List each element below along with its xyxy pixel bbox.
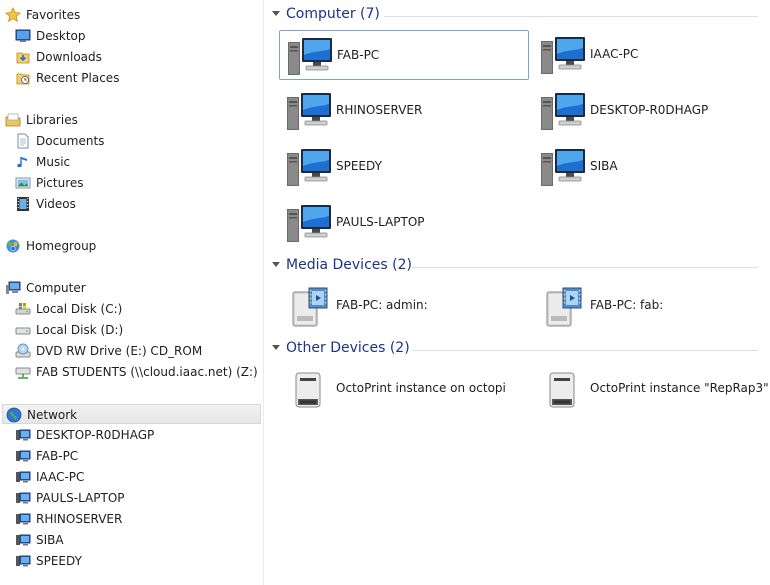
network-computer-icon <box>15 532 31 548</box>
tile-label: SIBA <box>590 159 618 173</box>
computer-icon <box>539 35 587 77</box>
nav-item-label: Local Disk (D:) <box>36 323 124 337</box>
tile-label: OctoPrint instance on octopi <box>336 381 506 395</box>
star-icon <box>5 7 21 23</box>
device-tile-octoprint-octopi[interactable]: OctoPrint instance on octopi <box>279 364 529 414</box>
document-icon <box>15 133 31 149</box>
nav-item-label: Recent Places <box>36 71 120 85</box>
network-computer-icon <box>15 490 31 506</box>
media-tile-fab-pc-fab[interactable]: FAB-PC: fab: <box>533 281 770 331</box>
group-title: Computer (7) <box>286 6 380 22</box>
nav-item-label: Downloads <box>36 50 102 64</box>
tile-label: OctoPrint instance "RepRap3" <box>590 381 769 395</box>
nav-item-label: RHINOSERVER <box>36 512 123 526</box>
library-folder-icon <box>5 112 21 128</box>
computer-tile-desktop-r0dhagp[interactable]: DESKTOP-R0DHAGP <box>533 86 770 136</box>
dvd-drive-icon <box>15 343 31 359</box>
tile-label: PAULS-LAPTOP <box>336 215 425 229</box>
nav-item-label: Documents <box>36 134 105 148</box>
tile-label: SPEEDY <box>336 159 382 173</box>
tile-label: DESKTOP-R0DHAGP <box>590 103 709 117</box>
network-computer-icon <box>15 511 31 527</box>
nav-item-label: FAB STUDENTS (\\cloud.iaac.net) (Z:) <box>36 365 258 379</box>
group-divider <box>384 16 758 17</box>
desktop-icon <box>15 28 31 44</box>
network-computer-icon <box>15 427 31 443</box>
computer-tile-pauls-laptop[interactable]: PAULS-LAPTOP <box>279 198 529 248</box>
group-title: Media Devices (2) <box>286 257 412 273</box>
nav-item-label: Local Disk (C:) <box>36 302 123 316</box>
group-header-computer[interactable]: Computer (7) <box>272 4 762 26</box>
generic-device-icon <box>285 369 333 411</box>
nav-item-label: IAAC-PC <box>36 470 85 484</box>
computer-icon <box>286 36 334 78</box>
nav-libraries-label: Libraries <box>26 113 78 127</box>
network-globe-icon <box>6 407 22 423</box>
content-pane: Computer (7) FAB-PC IAAC-PC RHINOSERVER … <box>264 0 770 585</box>
nav-network-label: Network <box>27 408 78 422</box>
computer-icon <box>539 147 587 189</box>
group-header-media-devices[interactable]: Media Devices (2) <box>272 255 762 277</box>
film-strip-icon <box>15 196 31 212</box>
computer-icon <box>285 91 333 133</box>
nav-item-label: Videos <box>36 197 76 211</box>
tile-label: RHINOSERVER <box>336 103 423 117</box>
nav-item-label: PAULS-LAPTOP <box>36 491 125 505</box>
collapse-chevron-icon[interactable] <box>272 11 280 16</box>
pictures-icon <box>15 175 31 191</box>
media-tile-fab-pc-admin[interactable]: FAB-PC: admin: <box>279 281 529 331</box>
computer-icon <box>5 280 21 296</box>
homegroup-icon <box>5 238 21 254</box>
media-server-icon <box>539 286 587 328</box>
recent-places-icon <box>15 70 31 86</box>
device-tile-octoprint-reprap3[interactable]: OctoPrint instance "RepRap3" <box>533 364 770 414</box>
nav-network[interactable]: Network <box>2 404 261 424</box>
music-note-icon <box>15 154 31 170</box>
group-title: Other Devices (2) <box>286 340 410 356</box>
downloads-folder-icon <box>15 49 31 65</box>
hard-drive-icon <box>15 322 31 338</box>
generic-device-icon <box>539 369 587 411</box>
tile-label: FAB-PC: fab: <box>590 298 664 312</box>
nav-item-label: DVD RW Drive (E:) CD_ROM <box>36 344 203 358</box>
nav-item-label: SPEEDY <box>36 554 82 568</box>
nav-item-label: SIBA <box>36 533 64 547</box>
group-divider <box>412 350 758 351</box>
collapse-chevron-icon[interactable] <box>272 262 280 267</box>
network-drive-icon <box>15 364 31 380</box>
nav-item-label: DESKTOP-R0DHAGP <box>36 428 155 442</box>
computer-tile-iaac-pc[interactable]: IAAC-PC <box>533 30 770 80</box>
computer-icon <box>539 91 587 133</box>
nav-computer-label: Computer <box>26 281 86 295</box>
nav-homegroup-label: Homegroup <box>26 239 97 253</box>
tile-label: FAB-PC <box>337 48 380 62</box>
nav-item-label: FAB-PC <box>36 449 79 463</box>
media-server-icon <box>285 286 333 328</box>
computer-tile-siba[interactable]: SIBA <box>533 142 770 192</box>
computer-tile-fab-pc[interactable]: FAB-PC <box>279 30 529 80</box>
nav-item-label: Desktop <box>36 29 86 43</box>
tile-label: IAAC-PC <box>590 47 639 61</box>
computer-tile-speedy[interactable]: SPEEDY <box>279 142 529 192</box>
group-divider <box>412 267 758 268</box>
nav-favorites-label: Favorites <box>26 8 81 22</box>
system-drive-icon <box>15 301 31 317</box>
network-computer-icon <box>15 553 31 569</box>
group-header-other-devices[interactable]: Other Devices (2) <box>272 338 762 360</box>
navigation-pane: Favorites Desktop Downloads Recent Place… <box>0 0 264 585</box>
collapse-chevron-icon[interactable] <box>272 345 280 350</box>
computer-tile-rhinoserver[interactable]: RHINOSERVER <box>279 86 529 136</box>
computer-icon <box>285 147 333 189</box>
computer-icon <box>285 203 333 245</box>
network-computer-icon <box>15 448 31 464</box>
nav-item-label: Music <box>36 155 71 169</box>
nav-item-label: Pictures <box>36 176 84 190</box>
network-computer-icon <box>15 469 31 485</box>
tile-label: FAB-PC: admin: <box>336 298 428 312</box>
